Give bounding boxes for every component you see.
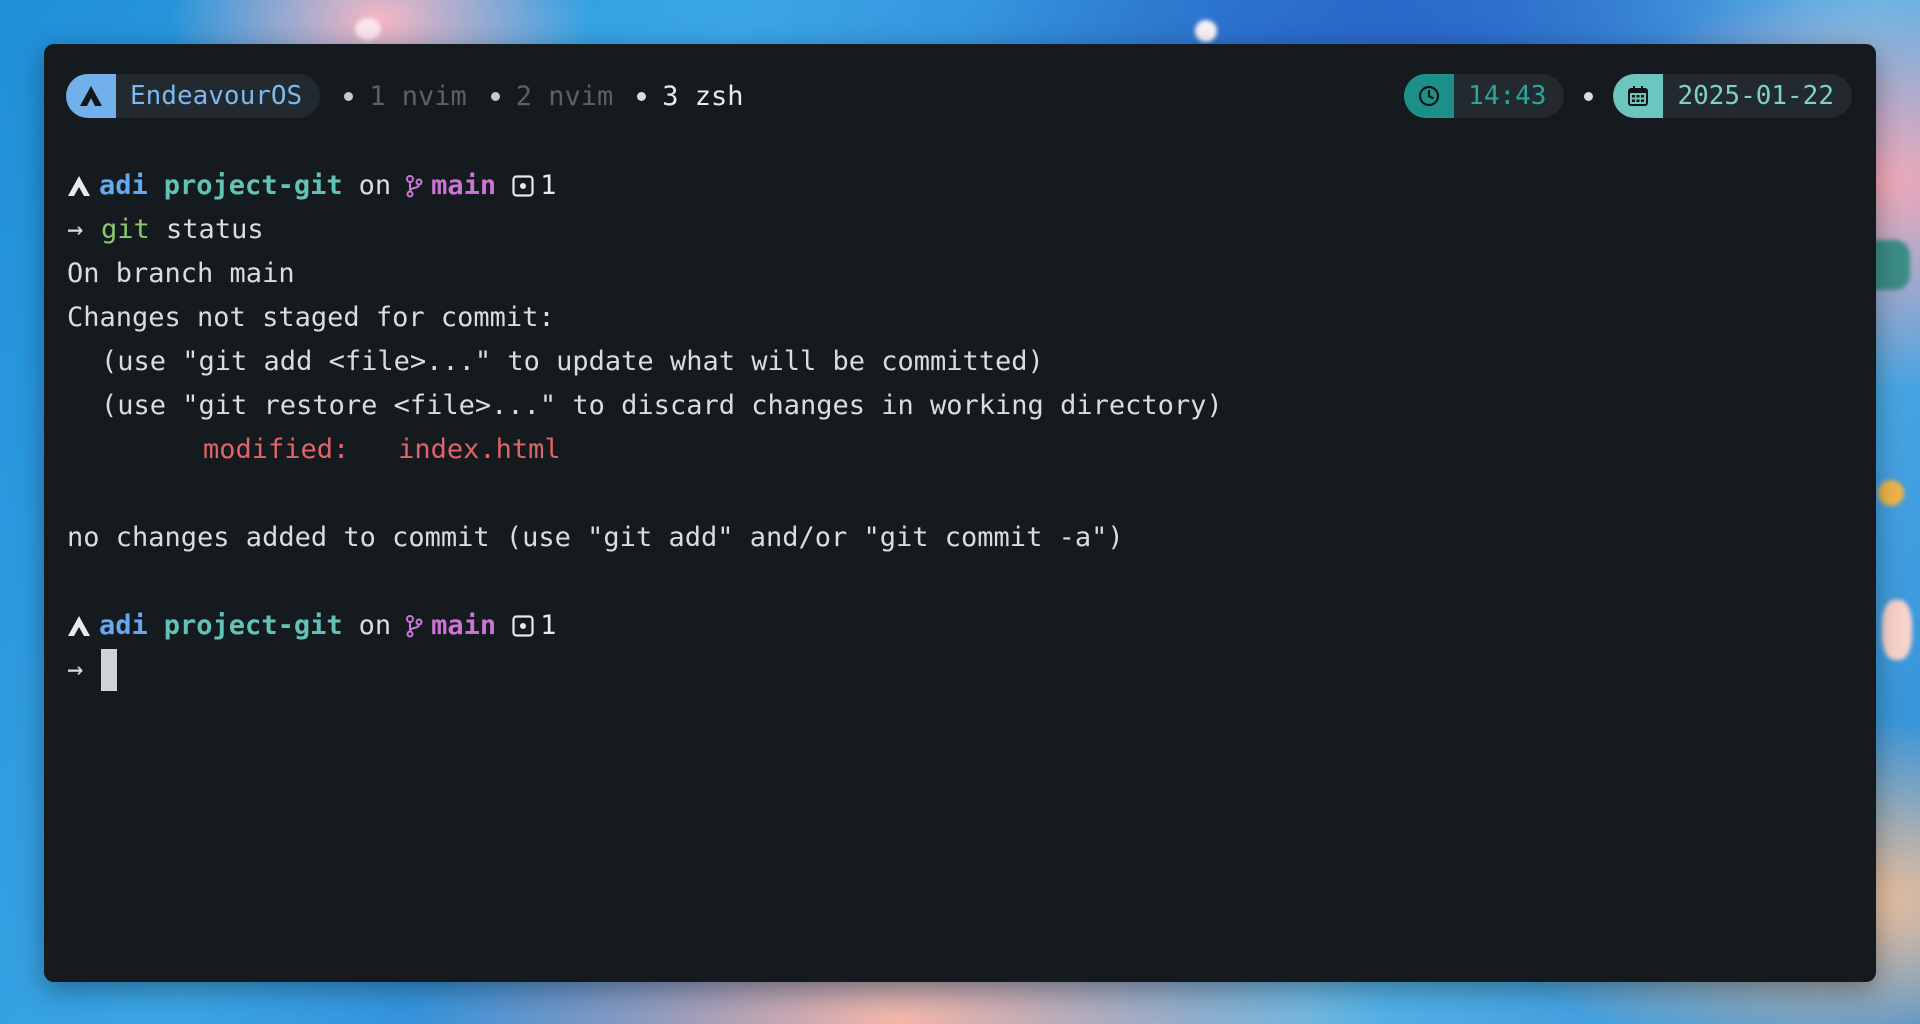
stash-icon — [512, 615, 534, 637]
prompt-branch: main — [431, 170, 497, 201]
prompt-on: on — [358, 610, 392, 641]
tab-dot — [637, 91, 647, 101]
stash-count: 1 — [540, 170, 557, 201]
prompt-line: adi project-git on main 1 — [67, 604, 1856, 648]
command-line: → git status — [67, 208, 1856, 252]
output-line: (use "git add <file>..." to update what … — [101, 346, 1044, 377]
output-line: On branch main — [67, 258, 295, 289]
stash-count: 1 — [540, 610, 557, 641]
endeavouros-prompt-icon — [67, 175, 95, 197]
date-pill: 2025-01-22 — [1613, 74, 1852, 118]
tab-2-nvim[interactable]: 2 nvim — [490, 80, 614, 112]
tab-label: 1 nvim — [369, 80, 467, 112]
tab-1-nvim[interactable]: 1 nvim — [344, 81, 467, 112]
prompt-arrow-icon: → — [67, 654, 84, 685]
tab-3-zsh[interactable]: 3 zsh — [637, 80, 744, 112]
status-bar-left: EndeavourOS 1 nvim 2 nvim 3 zsh — [66, 74, 744, 118]
endeavouros-icon — [66, 74, 116, 118]
wallpaper-blossom — [1195, 20, 1217, 42]
text-cursor[interactable] — [101, 649, 117, 691]
prompt-branch: main — [431, 610, 497, 641]
wallpaper-petal — [1882, 600, 1912, 660]
prompt-arrow-icon: → — [67, 214, 84, 245]
terminal-output: adi project-git on main 1 → git status O… — [67, 164, 1856, 692]
stash-icon — [512, 175, 534, 197]
modified-label: modified: — [203, 434, 350, 465]
command-program: git — [101, 214, 150, 245]
tab-dot — [344, 91, 354, 101]
wallpaper-flower — [1878, 480, 1904, 506]
clock-icon — [1404, 74, 1455, 118]
prompt-user: adi — [99, 170, 148, 201]
modified-gap — [349, 428, 398, 472]
wallpaper-blossom — [355, 18, 381, 40]
tab-dot — [490, 91, 500, 101]
terminal-window[interactable]: EndeavourOS 1 nvim 2 nvim 3 zsh 14:43 20… — [44, 44, 1876, 982]
clock-pill: 14:43 — [1404, 74, 1565, 118]
input-line[interactable]: → — [67, 648, 1856, 692]
prompt-line: adi project-git on main 1 — [67, 164, 1856, 208]
git-branch-icon — [405, 614, 423, 638]
prompt-directory: project-git — [163, 610, 343, 641]
calendar-icon — [1613, 74, 1664, 118]
tab-label: 3 zsh — [662, 80, 744, 112]
os-name: EndeavourOS — [130, 81, 303, 111]
output-line: (use "git restore <file>..." to discard … — [101, 390, 1223, 421]
modified-file-line: modified: index.html — [67, 428, 1856, 472]
command-args-space — [150, 208, 166, 252]
prompt-user: adi — [99, 610, 148, 641]
modified-file: index.html — [398, 434, 561, 465]
output-line: Changes not staged for commit: — [67, 302, 555, 333]
status-bar: EndeavourOS 1 nvim 2 nvim 3 zsh 14:43 20… — [66, 74, 1852, 118]
command-args: status — [166, 214, 264, 245]
tab-label: 2 nvim — [515, 80, 614, 112]
date-text: 2025-01-22 — [1677, 81, 1834, 111]
os-pill: EndeavourOS — [66, 74, 321, 118]
status-bar-right: 14:43 2025-01-22 — [1404, 74, 1852, 118]
prompt-directory: project-git — [163, 170, 343, 201]
git-branch-icon — [405, 174, 423, 198]
output-line: no changes added to commit (use "git add… — [67, 522, 1124, 553]
separator-dot — [1584, 91, 1594, 101]
clock-time: 14:43 — [1468, 81, 1547, 111]
prompt-on: on — [358, 170, 392, 201]
endeavouros-prompt-icon — [67, 615, 95, 637]
